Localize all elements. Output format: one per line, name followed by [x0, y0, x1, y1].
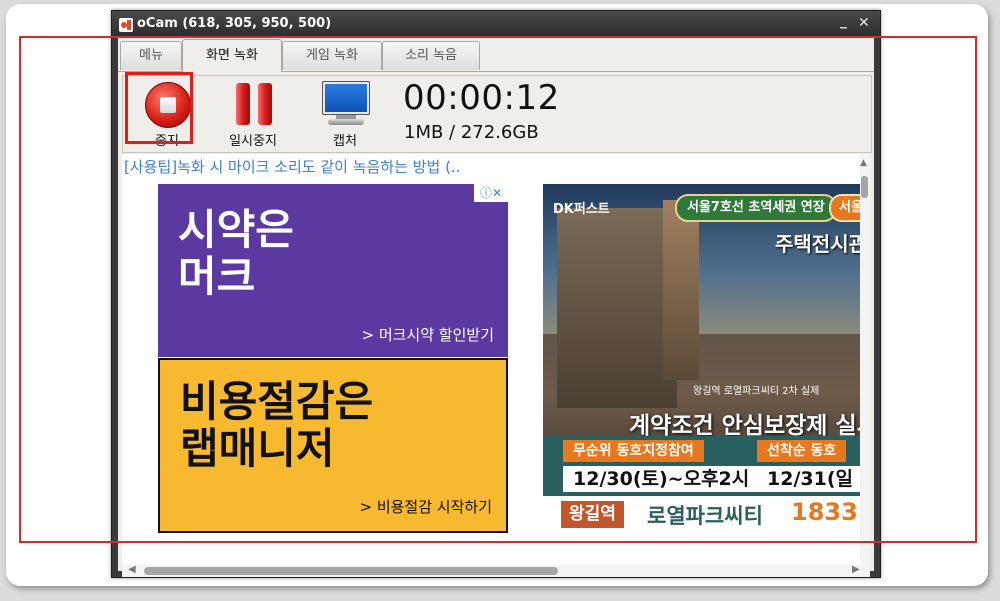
- pause-icon: [236, 83, 276, 125]
- horizontal-scroll-thumb[interactable]: [144, 567, 558, 575]
- vertical-scroll-thumb[interactable]: [861, 176, 868, 198]
- tab-sound-recording[interactable]: 소리 녹음: [382, 41, 480, 70]
- horizontal-scrollbar[interactable]: ◀ ▶: [122, 564, 870, 577]
- file-size-info: 1MB / 272.6GB: [404, 122, 539, 143]
- dk-date-2: 12/31(일: [757, 466, 870, 492]
- vertical-scrollbar[interactable]: ▲: [860, 154, 870, 566]
- window-title: oCam (618, 305, 950, 500): [137, 16, 332, 31]
- capture-button[interactable]: 캡처: [310, 79, 380, 149]
- dk-pill-unranked: 무순위 동호지정참여: [563, 440, 704, 462]
- dk-schedule-panel: 무순위 동호지정참여 선착순 동호 12/30(토)~오후2시 12/31(일: [543, 436, 870, 496]
- dk-caption: 왕길역 로열파크씨티 2차 실제: [693, 386, 820, 397]
- recording-toolbar: 중지 일시중지 캡처 00:00:12 1MB / 272.6GB: [122, 75, 872, 153]
- dk-guarantee: 계약조건 안심보장제 실시: [629, 413, 870, 439]
- tab-screen-recording[interactable]: 화면 녹화: [182, 39, 282, 72]
- title-bar[interactable]: oCam (618, 305, 950, 500) _ ✕: [112, 11, 880, 37]
- stop-button-highlight: [125, 72, 193, 144]
- tab-game-recording[interactable]: 게임 녹화: [282, 41, 382, 70]
- labmanager-cta[interactable]: > 비용절감 시작하기: [359, 496, 492, 517]
- dk-name: 로열파크씨티: [647, 504, 763, 528]
- merck-cta[interactable]: > 머크시약 할인받기: [361, 324, 494, 345]
- dk-heading: 주택전시관: [775, 232, 867, 256]
- ad-choices-icon[interactable]: ⓘ✕: [474, 184, 508, 202]
- dk-station: 왕길역: [561, 501, 624, 528]
- ad-photo-building: [557, 208, 677, 408]
- merck-ad-top[interactable]: 시약은 머크 > 머크시약 할인받기 ⓘ✕: [158, 184, 508, 357]
- realestate-ad[interactable]: DK퍼스트 서울7호선 초역세권 연장 서울 주택전시관 왕길역 로열파크씨티 …: [543, 184, 870, 533]
- dk-date-1: 12/30(토)~오후2시: [563, 466, 763, 492]
- merck-ad[interactable]: 시약은 머크 > 머크시약 할인받기 ⓘ✕ 비용절감은 랩매니저 > 비용절감 …: [158, 184, 508, 533]
- monitor-base: [328, 119, 364, 125]
- monitor-screen: [322, 81, 370, 115]
- dk-badge: 서울7호선 초역세권 연장: [675, 194, 837, 222]
- pause-bar-left: [236, 83, 250, 125]
- dk-logo: DK퍼스트: [553, 202, 610, 217]
- monitor-icon: [322, 81, 370, 127]
- scroll-right-icon[interactable]: ▶: [852, 564, 860, 575]
- pause-label: 일시중지: [229, 134, 277, 149]
- scroll-up-icon[interactable]: ▲: [860, 158, 867, 168]
- labmanager-ad[interactable]: 비용절감은 랩매니저 > 비용절감 시작하기: [158, 358, 508, 533]
- dk-pill-firstcome: 선착순 동호: [757, 440, 847, 462]
- tip-link[interactable]: [사용팁]녹화 시 마이크 소리도 같이 녹음하는 방법 (..: [124, 156, 460, 177]
- merck-headline: 시약은 머크: [178, 205, 294, 302]
- pause-bar-right: [258, 83, 272, 125]
- dk-phone: 1833: [791, 498, 858, 526]
- ad-photo-tower: [663, 200, 699, 380]
- recording-timer: 00:00:12: [403, 78, 560, 118]
- pause-button[interactable]: 일시중지: [218, 79, 288, 149]
- tab-menu[interactable]: 메뉴: [120, 41, 182, 70]
- close-button[interactable]: ✕: [858, 15, 870, 31]
- minimize-button[interactable]: _: [840, 13, 847, 29]
- capture-label: 캡처: [333, 134, 357, 149]
- dk-bottom-bar: 왕길역 로열파크씨티 1833: [543, 496, 870, 533]
- labmanager-headline: 비용절감은 랩매니저: [180, 377, 374, 474]
- window-client-area: 메뉴 화면 녹화 게임 녹화 소리 녹음 중지 일시중지 캡처 00:00:12…: [118, 38, 874, 577]
- ad-content-area: [사용팁]녹화 시 마이크 소리도 같이 녹음하는 방법 (.. 시약은 머크 …: [122, 154, 870, 566]
- scroll-left-icon[interactable]: ◀: [128, 564, 136, 575]
- ocam-logo-icon: [119, 18, 133, 32]
- ocam-window: oCam (618, 305, 950, 500) _ ✕ 메뉴 화면 녹화 게…: [111, 10, 881, 578]
